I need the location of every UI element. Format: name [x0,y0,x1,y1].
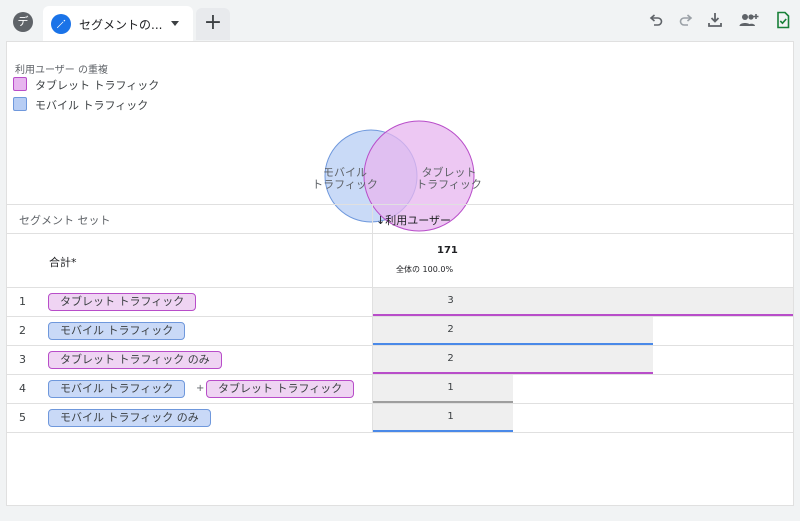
save-check-icon[interactable] [773,10,793,30]
tab-segment-overlap[interactable]: セグメントの... [43,6,193,42]
bar-underline [373,430,513,432]
bar-row: 3 [373,288,793,316]
row-number: 2 [19,324,26,337]
row-number: 4 [19,382,26,395]
chevron-down-icon[interactable] [171,21,179,26]
legend-swatch-mobile [13,97,27,111]
segment-chip-mobile-only[interactable]: モバイル トラフィック のみ [48,409,211,427]
total-label: 合計* [49,256,77,269]
legend-label-mobile: モバイル トラフィック [35,99,149,112]
bar-row: 1 [373,404,513,432]
column-header-users[interactable]: ↓利用ユーザー [376,212,451,228]
row-number: 1 [19,295,26,308]
bar-value: 2 [447,353,454,364]
bar-value: 1 [447,382,454,393]
divider [7,204,793,205]
add-tab-button[interactable]: + [196,8,230,40]
venn-label-mobile-1: モバイル [323,166,367,179]
download-icon[interactable] [705,10,725,30]
bar-value: 1 [447,411,454,422]
bar-value: 2 [447,324,454,335]
bar-row: 2 [373,346,653,374]
segment-chip-tablet[interactable]: タブレット トラフィック [206,380,355,398]
bar-underline [373,372,653,374]
segment-chip-tablet-only[interactable]: タブレット トラフィック のみ [48,351,222,369]
row-number: 3 [19,353,26,366]
legend-swatch-tablet [13,77,27,91]
segment-chip-tablet[interactable]: タブレット トラフィック [48,293,197,311]
exploration-card: 利用ユーザー の重複 タブレット トラフィック モバイル トラフィック モバイル… [6,41,794,506]
tab-label: セグメントの... [79,18,163,32]
add-people-icon[interactable] [738,10,760,30]
bar-row: 2 [373,317,653,345]
bar-row: 1 [373,375,513,403]
edit-pencil-icon [51,14,71,34]
plus-separator: + [196,383,205,394]
divider [7,233,793,234]
redo-icon[interactable] [676,10,696,30]
column-header-segment-set: セグメント セット [19,214,111,227]
row-number: 5 [19,411,26,424]
total-percent: 全体の 100.0% [396,265,454,274]
venn-label-mobile-2: トラフィック [312,178,378,191]
bar-value: 3 [447,295,454,306]
bar-underline [373,314,793,316]
segment-chip-mobile[interactable]: モバイル トラフィック [48,322,186,340]
undo-icon[interactable] [646,10,666,30]
segment-chip-mobile[interactable]: モバイル トラフィック [48,380,186,398]
bar-underline [373,401,513,403]
divider [7,432,793,433]
avatar[interactable]: デ [13,12,33,32]
venn-label-tablet-2: トラフィック [416,178,482,191]
total-value: 171 [437,245,458,256]
bar-underline [373,343,653,345]
venn-title: 利用ユーザー の重複 [15,65,108,76]
legend-label-tablet: タブレット トラフィック [35,79,160,92]
venn-label-tablet-1: タブレット [422,165,477,179]
top-bar: デ セグメントの... + [0,0,800,42]
